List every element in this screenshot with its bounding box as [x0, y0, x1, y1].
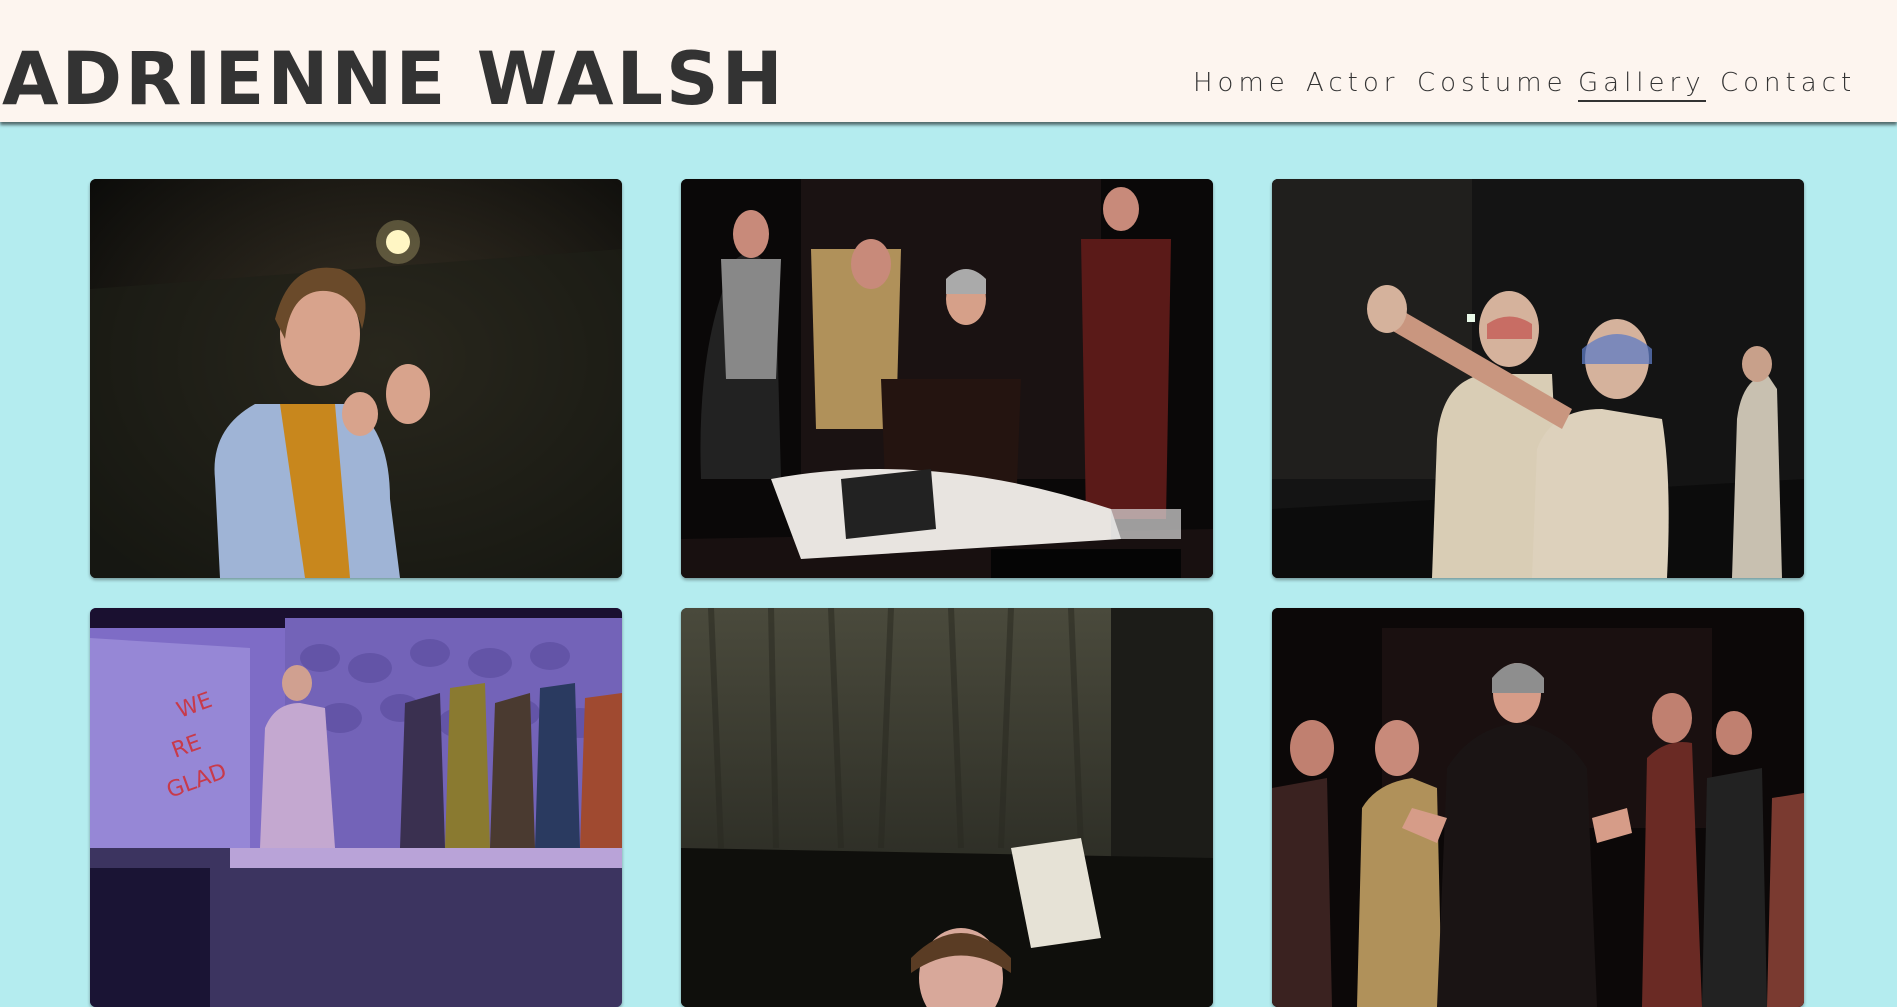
gallery-grid: WE RE GLAD [0, 0, 1897, 1007]
gallery-photo-1[interactable] [90, 179, 622, 578]
nav-contact[interactable]: Contact [1720, 66, 1856, 100]
gallery-photo-4[interactable]: WE RE GLAD [90, 608, 622, 1007]
nav-actor[interactable]: Actor [1306, 66, 1399, 100]
nav-home[interactable]: Home [1193, 66, 1290, 100]
nav-gallery[interactable]: Gallery [1578, 66, 1706, 102]
nav-costume[interactable]: Costume [1417, 66, 1568, 100]
gallery-photo-5[interactable] [681, 608, 1213, 1007]
gallery-photo-2[interactable] [681, 179, 1213, 578]
site-header: ADRIENNE WALSH Home Actor Costume Galler… [0, 0, 1897, 122]
gallery-photo-6[interactable] [1272, 608, 1804, 1007]
main-nav: Home Actor Costume Gallery Contact [0, 66, 1897, 106]
gallery-photo-3[interactable] [1272, 179, 1804, 578]
